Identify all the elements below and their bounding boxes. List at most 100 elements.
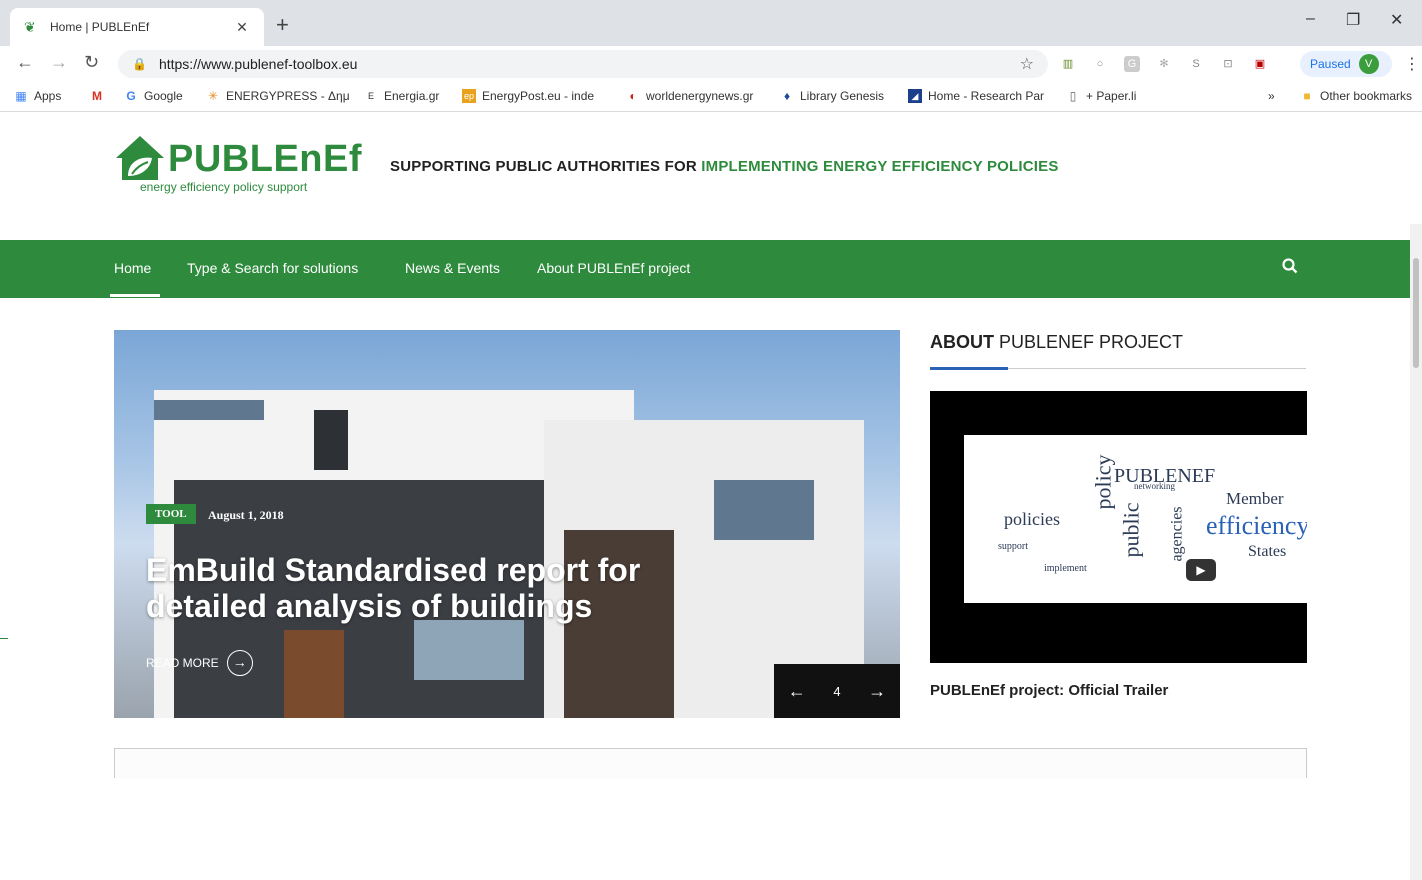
bookmark-energypost[interactable]: ep EnergyPost.eu - inde bbox=[462, 89, 594, 103]
video-player[interactable]: PUBLENEF policy policies Member efficien… bbox=[930, 391, 1307, 663]
restore-icon[interactable]: ❐ bbox=[1346, 10, 1360, 30]
bookmark-star-icon[interactable]: ☆ bbox=[1020, 54, 1034, 74]
video-caption[interactable]: PUBLEnEf project: Official Trailer bbox=[930, 682, 1168, 699]
page-scrollbar[interactable] bbox=[1410, 224, 1422, 880]
tab-title: Home | PUBLEnEf bbox=[50, 20, 150, 34]
address-bar[interactable]: 🔒 https://www.publenef-toolbox.eu ☆ bbox=[118, 50, 1048, 78]
profile-status: Paused bbox=[1310, 57, 1351, 71]
bookmark-label: ENERGYPRESS - Δημ bbox=[226, 89, 350, 103]
play-icon[interactable]: ▶ bbox=[1186, 559, 1216, 581]
bookmark-research-park[interactable]: ◢ Home - Research Par bbox=[908, 89, 1044, 103]
google-icon: G bbox=[126, 89, 136, 103]
about-title-bold: ABOUT bbox=[930, 332, 994, 352]
close-tab-icon[interactable]: ✕ bbox=[232, 19, 252, 36]
tagline-plain: SUPPORTING PUBLIC AUTHORITIES FOR bbox=[390, 158, 702, 175]
extension-chart-icon[interactable]: ▥ bbox=[1060, 56, 1076, 72]
browser-tabbar: ❦ Home | PUBLEnEf ✕ + – ❐ ✕ bbox=[0, 0, 1422, 46]
energypress-icon: ✳ bbox=[207, 89, 219, 103]
new-tab-icon[interactable]: + bbox=[276, 12, 289, 38]
worldenergynews-icon: ◐ bbox=[629, 89, 637, 103]
search-icon[interactable] bbox=[1282, 258, 1298, 274]
slider-next-icon[interactable]: → bbox=[868, 681, 886, 702]
bookmark-label: Apps bbox=[34, 89, 62, 103]
hero-title[interactable]: EmBuild Standardised report for detailed… bbox=[146, 552, 706, 624]
minimize-icon[interactable]: – bbox=[1306, 10, 1315, 28]
bookmark-apps[interactable]: ▦ Apps bbox=[14, 89, 61, 103]
avatar: V bbox=[1358, 54, 1379, 74]
bookmark-worldenergynews[interactable]: ◐ worldenergynews.gr bbox=[626, 89, 753, 103]
gmail-icon: M bbox=[92, 89, 102, 103]
bookmark-gmail[interactable]: M bbox=[90, 89, 110, 103]
research-park-icon: ◢ bbox=[908, 89, 922, 103]
other-bookmarks-folder[interactable]: ■ Other bookmarks bbox=[1300, 89, 1412, 103]
profile-paused-button[interactable]: Paused V bbox=[1300, 51, 1392, 77]
bookmark-paperli[interactable]: ▯ + Paper.li bbox=[1066, 89, 1137, 103]
content-box bbox=[114, 748, 1307, 778]
site-logo[interactable]: PUBLEnEf energy efficiency policy suppor… bbox=[114, 134, 364, 204]
nav-news-events[interactable]: News & Events bbox=[405, 260, 500, 276]
energypost-icon: ep bbox=[462, 89, 476, 103]
bookmark-label: EnergyPost.eu - inde bbox=[482, 89, 595, 103]
browser-tab-active[interactable]: ❦ Home | PUBLEnEf ✕ bbox=[10, 8, 264, 46]
nav-home[interactable]: Home bbox=[114, 260, 151, 276]
slider-prev-icon[interactable]: ← bbox=[788, 681, 806, 702]
url-text: https://www.publenef-toolbox.eu bbox=[158, 56, 358, 72]
video-letterbox-notch bbox=[930, 435, 964, 453]
extension-g-icon[interactable]: G bbox=[1124, 56, 1140, 72]
apps-grid-icon: ▦ bbox=[15, 89, 27, 103]
extension-snowflake-icon[interactable]: ✻ bbox=[1156, 56, 1172, 72]
nav-type-search-solutions[interactable]: Type & Search for solutions bbox=[187, 260, 358, 276]
bookmark-library-genesis[interactable]: ♦ Library Genesis bbox=[780, 89, 884, 103]
category-badge[interactable]: TOOL bbox=[146, 504, 196, 524]
bookmark-label: Home - Research Par bbox=[928, 89, 1045, 103]
slider-controls: ← 4 → bbox=[774, 664, 900, 718]
bookmark-label: Other bookmarks bbox=[1320, 89, 1413, 103]
bookmark-label: Library Genesis bbox=[800, 89, 885, 103]
cloud-word: implement bbox=[1044, 563, 1087, 574]
bookmarks-overflow-button[interactable]: » bbox=[1268, 89, 1275, 103]
page-edge-marker bbox=[0, 638, 8, 639]
nav-about-project[interactable]: About PUBLEnEf project bbox=[537, 260, 690, 276]
hero-image-window bbox=[714, 480, 814, 540]
scrollbar-thumb[interactable] bbox=[1413, 258, 1419, 368]
video-thumbnail-wordcloud: PUBLENEF policy policies Member efficien… bbox=[964, 435, 1307, 603]
back-icon[interactable]: ← bbox=[16, 52, 34, 73]
about-section-title: ABOUT PUBLENEF PROJECT bbox=[930, 332, 1183, 353]
read-more-label: READ MORE bbox=[146, 656, 219, 670]
read-more-link[interactable]: READ MORE → bbox=[146, 650, 253, 676]
cloud-word: States bbox=[1248, 543, 1287, 560]
cloud-word: support bbox=[998, 541, 1028, 552]
bookmark-energypress[interactable]: ✳ ENERGYPRESS - Δημ bbox=[206, 89, 350, 103]
extension-circle-icon[interactable]: ○ bbox=[1092, 56, 1108, 72]
browser-toolbar: ← → ↻ 🔒 https://www.publenef-toolbox.eu … bbox=[0, 46, 1422, 82]
arrow-right-circle-icon: → bbox=[226, 650, 253, 676]
reload-icon[interactable]: ↻ bbox=[84, 52, 99, 73]
extension-s-icon[interactable]: S bbox=[1188, 56, 1204, 72]
forward-icon[interactable]: → bbox=[50, 52, 68, 73]
library-genesis-icon: ♦ bbox=[783, 89, 791, 103]
logo-subtitle: energy efficiency policy support bbox=[140, 180, 308, 194]
main-navigation: Home Type & Search for solutions News & … bbox=[0, 240, 1422, 298]
browser-menu-icon[interactable]: ⋮ bbox=[1404, 54, 1420, 74]
bookmark-energia[interactable]: E Energia.gr bbox=[364, 89, 439, 103]
hero-image-door bbox=[284, 630, 344, 718]
nav-active-indicator bbox=[110, 294, 160, 297]
logo-wordmark: PUBLEnEf bbox=[168, 138, 362, 180]
bookmark-google[interactable]: G Google bbox=[124, 89, 182, 103]
close-window-icon[interactable]: ✕ bbox=[1390, 10, 1403, 30]
slide-number: 4 bbox=[833, 683, 841, 699]
site-favicon-icon: ❦ bbox=[24, 19, 36, 35]
hero-slider[interactable]: TOOL August 1, 2018 EmBuild Standardised… bbox=[114, 330, 900, 718]
hero-image-window bbox=[414, 620, 524, 680]
extension-pdf-icon[interactable]: ⊡ bbox=[1220, 56, 1236, 72]
webpage: PUBLEnEf energy efficiency policy suppor… bbox=[0, 112, 1422, 880]
cloud-word: networking bbox=[1134, 481, 1175, 491]
section-divider-accent bbox=[930, 367, 1008, 370]
bookmarks-overflow-label: » bbox=[1268, 89, 1275, 103]
energia-icon: E bbox=[367, 91, 374, 101]
cloud-word: public bbox=[1118, 502, 1144, 558]
site-tagline: SUPPORTING PUBLIC AUTHORITIES FOR IMPLEM… bbox=[390, 158, 1059, 175]
lock-icon: 🔒 bbox=[132, 57, 147, 71]
extension-pocket-icon[interactable]: ▣ bbox=[1252, 56, 1268, 72]
tagline-highlight: IMPLEMENTING ENERGY EFFICIENCY POLICIES bbox=[701, 158, 1059, 175]
